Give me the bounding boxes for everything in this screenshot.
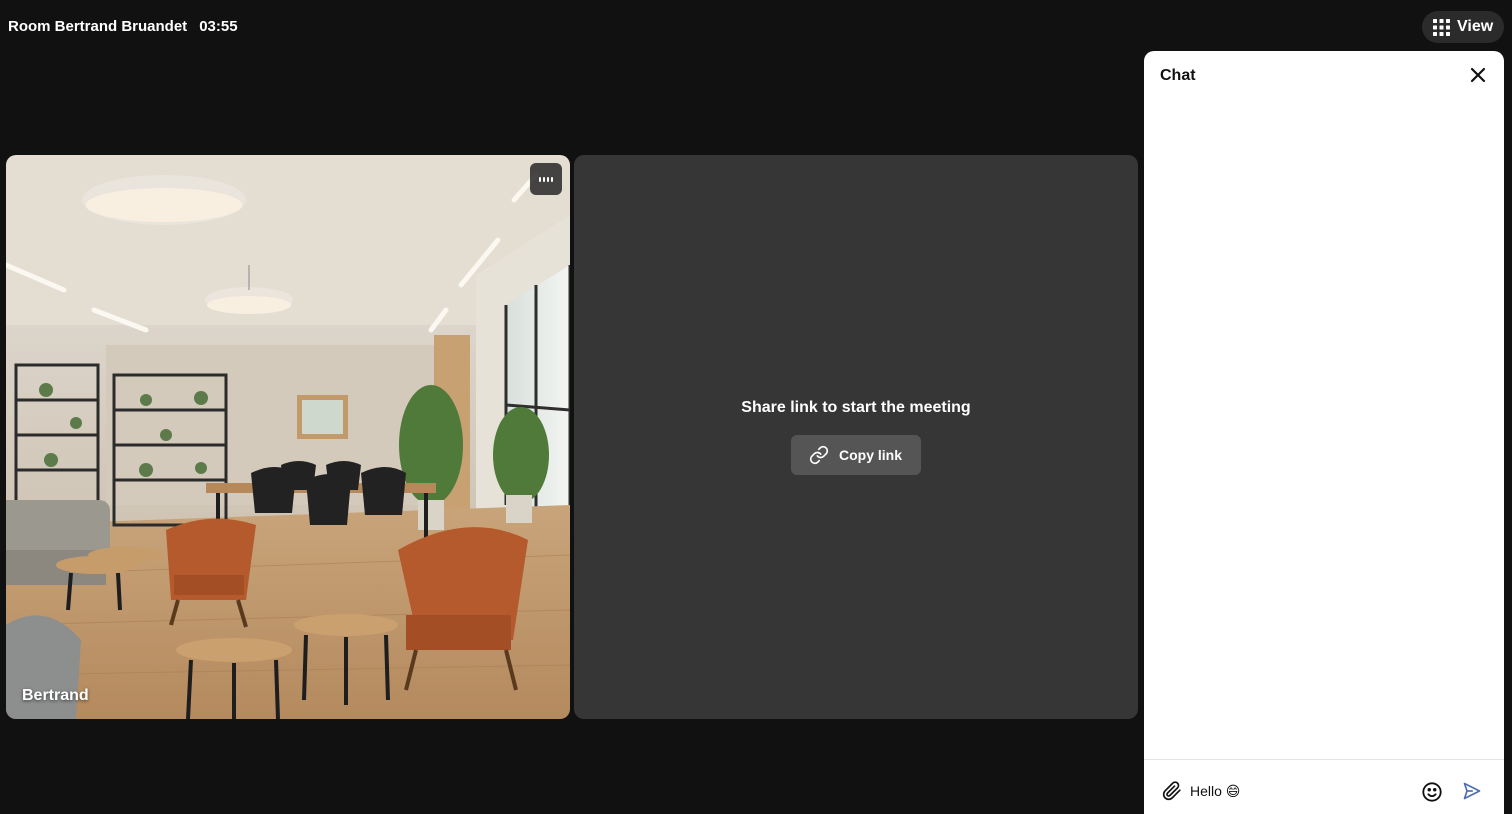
smiley-icon[interactable]	[1421, 781, 1443, 803]
view-button-label: View	[1457, 18, 1494, 35]
chat-panel: Chat	[1144, 51, 1504, 814]
chat-title: Chat	[1160, 67, 1196, 84]
participant-name: Bertrand	[22, 687, 89, 704]
room-info: Room Bertrand Bruandet 03:55	[8, 18, 238, 35]
view-button[interactable]: View	[1422, 11, 1504, 43]
link-icon	[809, 445, 829, 465]
meeting-timer: 03:55	[199, 18, 238, 35]
participant-video-tile[interactable]: Bertrand	[6, 155, 570, 719]
send-icon[interactable]	[1462, 781, 1482, 801]
copy-link-button[interactable]: Copy link	[791, 435, 921, 475]
invite-prompt: Share link to start the meeting Copy lin…	[574, 399, 1138, 475]
chat-composer	[1144, 760, 1504, 814]
paperclip-icon[interactable]	[1162, 781, 1182, 801]
room-name: Room Bertrand Bruandet	[8, 18, 188, 35]
more-options-icon	[539, 176, 553, 182]
participant-video-feed	[6, 155, 570, 719]
top-bar: Room Bertrand Bruandet 03:55 View	[0, 0, 1512, 54]
copy-link-label: Copy link	[839, 447, 903, 463]
invite-tile: Share link to start the meeting Copy lin…	[574, 155, 1138, 719]
message-input[interactable]	[1190, 778, 1410, 804]
participant-options-button[interactable]	[530, 163, 562, 195]
share-message: Share link to start the meeting	[741, 399, 971, 416]
grid-icon	[1433, 18, 1450, 36]
close-icon[interactable]	[1470, 67, 1486, 83]
